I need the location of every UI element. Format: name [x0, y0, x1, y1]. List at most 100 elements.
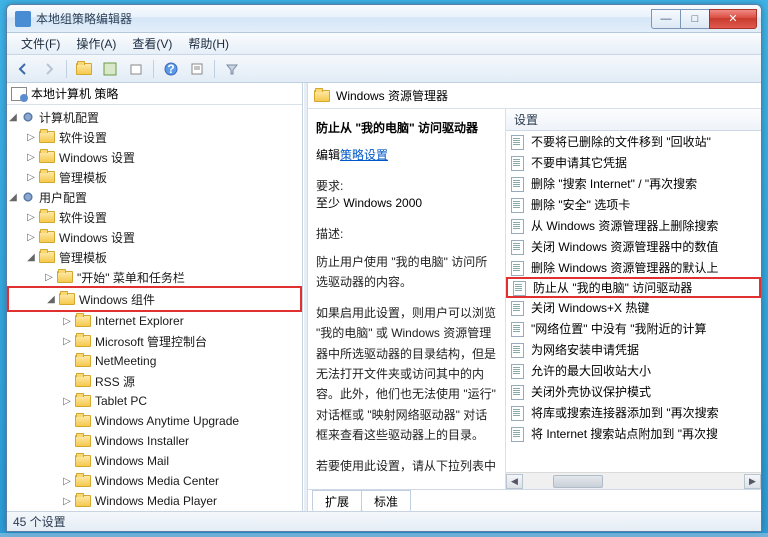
back-button[interactable] — [11, 58, 35, 80]
edit-policy-link[interactable]: 策略设置 — [340, 148, 388, 162]
list-item[interactable]: 不要申请其它凭据 — [506, 152, 761, 173]
collapse-icon[interactable]: ◢ — [7, 192, 19, 203]
forward-button[interactable] — [37, 58, 61, 80]
expand-icon[interactable]: ▷ — [25, 172, 37, 183]
list-item-label: 将 Internet 搜索站点附加到 "再次搜 — [531, 425, 718, 442]
root-icon — [11, 87, 27, 101]
tree-windows-settings-user[interactable]: ▷Windows 设置 — [7, 227, 302, 247]
list-item[interactable]: 关闭外壳协议保护模式 — [506, 381, 761, 402]
minimize-button[interactable]: — — [651, 9, 681, 29]
tree-ie[interactable]: ▷Internet Explorer — [7, 311, 302, 331]
folder-icon — [57, 271, 73, 283]
collapse-icon[interactable]: ◢ — [45, 294, 57, 305]
expand-icon[interactable]: ▷ — [43, 272, 55, 283]
collapse-icon[interactable]: ◢ — [7, 112, 19, 123]
list-body[interactable]: 不要将已删除的文件移到 "回收站"不要申请其它凭据删除 "搜索 Internet… — [506, 131, 761, 472]
expand-icon[interactable]: ▷ — [25, 212, 37, 223]
close-button[interactable]: ✕ — [709, 9, 757, 29]
properties-button[interactable] — [185, 58, 209, 80]
horizontal-scrollbar[interactable]: ◀ ▶ — [506, 472, 761, 489]
expand-icon[interactable]: ▷ — [25, 132, 37, 143]
list-item-label: 关闭 Windows+X 热键 — [531, 299, 649, 316]
collapse-icon[interactable]: ◢ — [25, 252, 37, 263]
list-header[interactable]: 设置 — [506, 109, 761, 131]
tree-admin-templates[interactable]: ▷管理模板 — [7, 167, 302, 187]
list-item[interactable]: 将库或搜索连接器添加到 "再次搜索 — [506, 402, 761, 423]
tree: ◢计算机配置 ▷软件设置 ▷Windows 设置 ▷管理模板 ◢用户配置 ▷软件… — [7, 105, 302, 511]
titlebar[interactable]: 本地组策略编辑器 — □ ✕ — [7, 5, 761, 33]
edit-label: 编辑 — [316, 148, 340, 162]
menu-view[interactable]: 查看(V) — [124, 33, 180, 54]
list-item[interactable]: 关闭 Windows+X 热键 — [506, 297, 761, 318]
setting-icon — [510, 156, 526, 170]
tree-tabletpc[interactable]: ▷Tablet PC — [7, 391, 302, 411]
list-item[interactable]: 不要将已删除的文件移到 "回收站" — [506, 131, 761, 152]
tree-mediaplayer[interactable]: ▷Windows Media Player — [7, 491, 302, 511]
tree-admin-templates-user[interactable]: ◢管理模板 — [7, 247, 302, 267]
list-item[interactable]: 从 Windows 资源管理器上删除搜索 — [506, 215, 761, 236]
menu-action[interactable]: 操作(A) — [68, 33, 124, 54]
show-tree-button[interactable] — [98, 58, 122, 80]
expand-icon[interactable]: ▷ — [61, 496, 73, 507]
list-item[interactable]: 防止从 "我的电脑" 访问驱动器 — [506, 277, 761, 298]
expand-icon[interactable]: ▷ — [61, 396, 73, 407]
folder-icon — [39, 231, 55, 243]
tree-rss[interactable]: RSS 源 — [7, 371, 302, 391]
content-area: 本地计算机 策略 ◢计算机配置 ▷软件设置 ▷Windows 设置 ▷管理模板 … — [7, 83, 761, 511]
setting-icon — [510, 364, 526, 378]
export-button[interactable] — [124, 58, 148, 80]
menu-help[interactable]: 帮助(H) — [180, 33, 237, 54]
help-button[interactable]: ? — [159, 58, 183, 80]
list-item[interactable]: 为网络安装申请凭据 — [506, 339, 761, 360]
folder-icon — [39, 251, 55, 263]
expand-icon[interactable]: ▷ — [61, 316, 73, 327]
highlight-windows-components: ◢Windows 组件 — [7, 286, 302, 312]
menu-file[interactable]: 文件(F) — [13, 33, 68, 54]
maximize-button[interactable]: □ — [680, 9, 710, 29]
tree-installer[interactable]: Windows Installer — [7, 431, 302, 451]
tree-header[interactable]: 本地计算机 策略 — [7, 83, 302, 105]
setting-icon — [510, 261, 526, 275]
list-item[interactable]: 删除 "安全" 选项卡 — [506, 194, 761, 215]
tab-standard[interactable]: 标准 — [361, 490, 411, 511]
scroll-right-button[interactable]: ▶ — [744, 474, 761, 489]
svg-text:?: ? — [167, 62, 174, 76]
list-item[interactable]: 允许的最大回收站大小 — [506, 360, 761, 381]
taskbar-edge — [0, 533, 768, 537]
expand-icon[interactable]: ▷ — [25, 152, 37, 163]
list-item[interactable]: 将 Internet 搜索站点附加到 "再次搜 — [506, 423, 761, 444]
tree-computer-config[interactable]: ◢计算机配置 — [7, 107, 302, 127]
list-item[interactable]: "网络位置" 中没有 "我附近的计算 — [506, 318, 761, 339]
tab-extended[interactable]: 扩展 — [312, 490, 362, 511]
scroll-left-button[interactable]: ◀ — [506, 474, 523, 489]
filter-button[interactable] — [220, 58, 244, 80]
expand-icon[interactable]: ▷ — [61, 476, 73, 487]
view-tabs: 扩展 标准 — [308, 489, 761, 511]
tree-software-settings[interactable]: ▷软件设置 — [7, 127, 302, 147]
tree-windows-components[interactable]: ◢Windows 组件 — [9, 289, 300, 309]
tree-user-config[interactable]: ◢用户配置 — [7, 187, 302, 207]
tree-mail[interactable]: Windows Mail — [7, 451, 302, 471]
folder-icon — [75, 335, 91, 347]
scroll-track[interactable] — [523, 474, 744, 489]
tree-netmeeting[interactable]: NetMeeting — [7, 351, 302, 371]
list-item[interactable]: 删除 Windows 资源管理器的默认上 — [506, 257, 761, 278]
tree-mediacenter[interactable]: ▷Windows Media Center — [7, 471, 302, 491]
right-header-title: Windows 资源管理器 — [336, 87, 448, 104]
tree-windows-settings[interactable]: ▷Windows 设置 — [7, 147, 302, 167]
list-item[interactable]: 删除 "搜索 Internet" / "再次搜索 — [506, 173, 761, 194]
list-item[interactable]: 关闭 Windows 资源管理器中的数值 — [506, 236, 761, 257]
tree-start-taskbar[interactable]: ▷"开始" 菜单和任务栏 — [7, 267, 302, 287]
tree-anytime[interactable]: Windows Anytime Upgrade — [7, 411, 302, 431]
scroll-thumb[interactable] — [553, 475, 603, 488]
folder-icon — [75, 315, 91, 327]
expand-icon[interactable]: ▷ — [25, 232, 37, 243]
tree-software-settings-user[interactable]: ▷软件设置 — [7, 207, 302, 227]
up-button[interactable] — [72, 58, 96, 80]
expand-icon[interactable]: ▷ — [61, 336, 73, 347]
setting-icon — [510, 343, 526, 357]
setting-icon — [510, 177, 526, 191]
tree-ms-console[interactable]: ▷Microsoft 管理控制台 — [7, 331, 302, 351]
tree-pane[interactable]: 本地计算机 策略 ◢计算机配置 ▷软件设置 ▷Windows 设置 ▷管理模板 … — [7, 83, 303, 511]
folder-icon — [75, 375, 91, 387]
